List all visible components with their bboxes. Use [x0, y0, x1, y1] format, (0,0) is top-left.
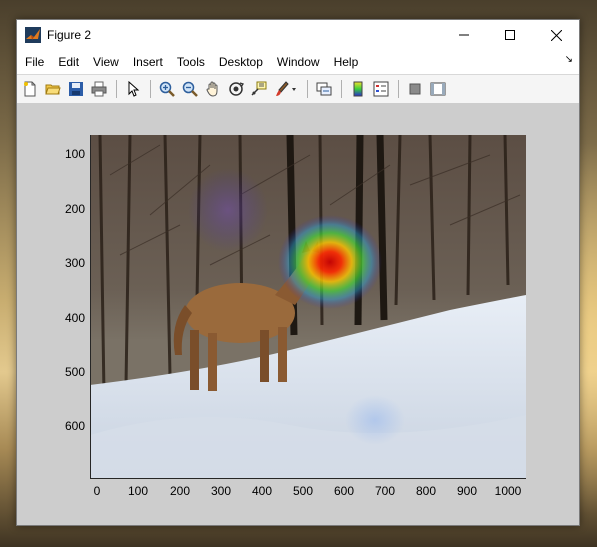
x-tick-label: 200 — [169, 484, 191, 498]
zoom-in-icon — [159, 81, 175, 97]
toolbar-separator — [150, 80, 151, 98]
save-button[interactable] — [65, 78, 87, 100]
rotate-3d-icon — [229, 82, 244, 96]
wolf-in-snow-image — [90, 135, 526, 479]
y-tick-label: 500 — [64, 365, 85, 379]
title-bar[interactable]: Figure 2 — [17, 20, 579, 50]
x-tick-label: 900 — [456, 484, 478, 498]
minimize-icon — [459, 34, 469, 36]
rotate-3d-button[interactable] — [225, 78, 247, 100]
y-tick-label: 600 — [64, 419, 85, 433]
close-icon — [550, 29, 562, 41]
link-plot-button[interactable] — [313, 78, 335, 100]
menu-bar: File Edit View Insert Tools Desktop Wind… — [17, 50, 579, 74]
matlab-logo-icon — [25, 27, 41, 43]
maximize-button[interactable] — [487, 20, 533, 50]
data-cursor-icon — [251, 81, 267, 96]
pan-button[interactable] — [202, 78, 224, 100]
menu-desktop[interactable]: Desktop — [212, 55, 270, 69]
menu-file[interactable]: File — [17, 55, 51, 69]
zoom-in-button[interactable] — [156, 78, 178, 100]
dock-figure-icon[interactable]: ↘ — [565, 54, 573, 65]
y-tick-label: 400 — [64, 311, 85, 325]
legend-icon — [373, 81, 389, 97]
open-file-icon — [45, 84, 61, 95]
show-plot-tools-icon — [430, 82, 446, 96]
figure-toolbar — [17, 74, 579, 104]
menu-edit[interactable]: Edit — [51, 55, 86, 69]
hide-plot-tools-icon — [409, 83, 421, 95]
show-plot-tools-button[interactable] — [427, 78, 449, 100]
brush-icon — [276, 81, 296, 96]
toolbar-separator — [398, 80, 399, 98]
x-tick-label: 500 — [292, 484, 314, 498]
toolbar-separator — [116, 80, 117, 98]
data-cursor-button[interactable] — [248, 78, 270, 100]
y-tick-label: 200 — [64, 202, 85, 216]
zoom-out-button[interactable] — [179, 78, 201, 100]
print-button[interactable] — [88, 78, 110, 100]
maximize-icon — [505, 30, 515, 40]
x-tick-label: 1000 — [494, 484, 522, 498]
menu-window[interactable]: Window — [270, 55, 327, 69]
figure-canvas[interactable]: 100 200 300 400 500 600 0 100 200 300 40… — [17, 103, 579, 525]
minimize-button[interactable] — [441, 20, 487, 50]
menu-help[interactable]: Help — [327, 55, 366, 69]
figure-window[interactable]: Figure 2 File Edit View Insert Tools Des… — [16, 19, 580, 526]
x-tick-label: 0 — [93, 484, 101, 498]
x-tick-label: 700 — [374, 484, 396, 498]
x-tick-label: 300 — [210, 484, 232, 498]
window-title: Figure 2 — [47, 28, 92, 42]
colorbar-icon — [353, 81, 363, 97]
y-tick-label: 300 — [64, 256, 85, 270]
hide-plot-tools-button[interactable] — [404, 78, 426, 100]
link-plot-icon — [316, 82, 332, 96]
new-figure-icon — [24, 81, 36, 97]
edit-plot-button[interactable] — [122, 78, 144, 100]
print-icon — [91, 81, 107, 97]
colorbar-button[interactable] — [347, 78, 369, 100]
new-figure-button[interactable] — [19, 78, 41, 100]
x-tick-label: 600 — [333, 484, 355, 498]
toolbar-separator — [307, 80, 308, 98]
image-with-heatmap-overlay — [90, 135, 526, 479]
menu-insert[interactable]: Insert — [126, 55, 170, 69]
open-file-button[interactable] — [42, 78, 64, 100]
x-tick-label: 100 — [127, 484, 149, 498]
brush-button[interactable] — [271, 78, 301, 100]
x-tick-label: 800 — [415, 484, 437, 498]
close-button[interactable] — [533, 20, 579, 50]
toolbar-separator — [341, 80, 342, 98]
legend-button[interactable] — [370, 78, 392, 100]
x-tick-label: 400 — [251, 484, 273, 498]
menu-tools[interactable]: Tools — [170, 55, 212, 69]
menu-view[interactable]: View — [86, 55, 126, 69]
y-tick-label: 100 — [64, 147, 85, 161]
zoom-out-icon — [182, 81, 198, 97]
save-icon — [69, 82, 83, 96]
pointer-icon — [128, 81, 140, 97]
pan-icon — [206, 81, 218, 97]
